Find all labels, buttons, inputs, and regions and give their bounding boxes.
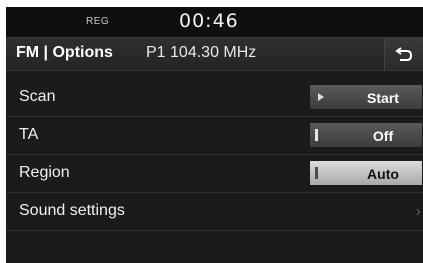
option-label-ta: TA	[19, 126, 39, 143]
ta-toggle-button[interactable]: Off	[309, 122, 423, 148]
status-bar: REG 00:46	[6, 7, 423, 37]
bar-icon	[315, 167, 318, 179]
option-label-region: Region	[19, 164, 70, 181]
bar-icon	[315, 129, 318, 141]
region-toggle-button[interactable]: Auto	[309, 160, 423, 186]
frequency-display: P1 104.30 MHz	[146, 44, 256, 62]
options-list: Scan Start TA Off Region Auto Sound sett…	[6, 79, 423, 231]
ta-value-label: Off	[372, 128, 394, 144]
play-icon	[318, 93, 324, 101]
title-bar: FM | Options P1 104.30 MHz	[6, 37, 423, 71]
radio-options-screen: REG 00:46 FM | Options P1 104.30 MHz Sca…	[6, 7, 423, 263]
reg-indicator: REG	[86, 16, 110, 27]
chevron-right-icon: ›	[415, 203, 421, 220]
frequency-value: 104.30 MHz	[170, 44, 257, 61]
option-label-sound-settings: Sound settings	[19, 202, 125, 219]
region-value-label: Auto	[367, 166, 399, 182]
back-arrow-icon	[395, 47, 413, 61]
option-label-scan: Scan	[19, 88, 56, 105]
clock: 00:46	[179, 10, 239, 32]
back-button[interactable]	[384, 38, 423, 70]
preset-label: P1	[146, 44, 166, 61]
option-row-scan: Scan Start	[6, 79, 423, 117]
option-row-ta: TA Off	[6, 117, 423, 155]
option-row-region: Region Auto	[6, 155, 423, 193]
scan-start-label: Start	[367, 90, 399, 106]
option-row-sound-settings[interactable]: Sound settings ›	[6, 193, 423, 231]
page-title: FM | Options	[16, 44, 113, 61]
scan-start-button[interactable]: Start	[309, 84, 423, 110]
